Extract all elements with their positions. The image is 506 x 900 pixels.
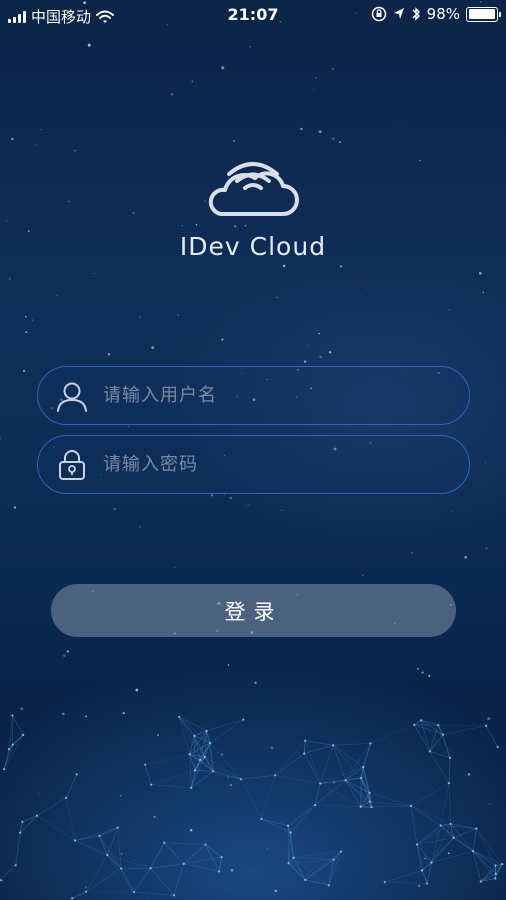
battery-fill — [468, 9, 495, 19]
status-bar: 中国移动 21:07 98% — [0, 0, 506, 30]
lock-icon — [55, 448, 89, 482]
username-field[interactable] — [37, 366, 470, 425]
network-mesh-background — [0, 712, 504, 900]
location-icon — [393, 8, 404, 19]
username-input[interactable] — [103, 367, 469, 424]
bluetooth-icon — [412, 7, 420, 21]
password-field[interactable] — [37, 435, 470, 494]
battery-percent: 98% — [426, 5, 460, 23]
app-name: IDev Cloud — [179, 232, 327, 261]
cloud-wifi-icon — [208, 162, 299, 216]
password-input[interactable] — [103, 436, 469, 493]
battery-icon — [466, 6, 501, 22]
app-logo: IDev Cloud — [0, 158, 506, 261]
user-icon — [55, 379, 89, 413]
orientation-lock-icon — [371, 6, 386, 22]
login-button[interactable]: 登录 — [51, 584, 456, 637]
